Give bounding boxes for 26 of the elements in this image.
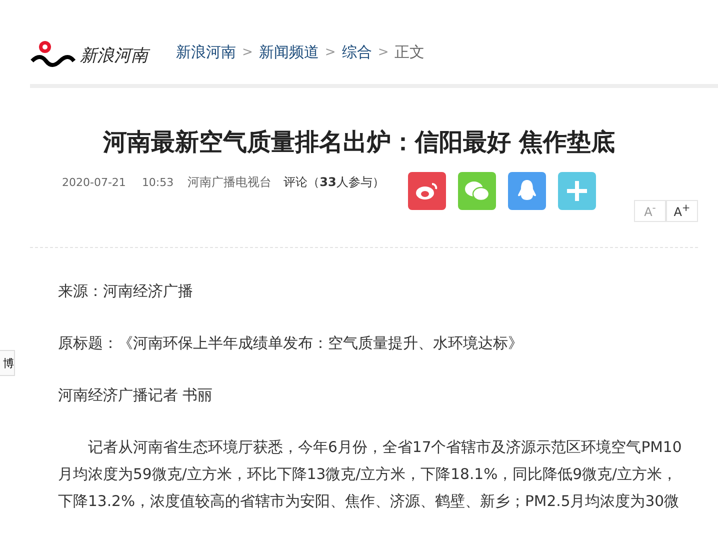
chevron-icon: > [378, 44, 389, 60]
comments-link[interactable]: 评论（33人参与） [284, 174, 384, 191]
font-size-button[interactable]: A$^{+}$ [666, 200, 698, 222]
side-tab[interactable]: 博 [0, 350, 15, 376]
breadcrumb-link[interactable]: 综合 [342, 42, 372, 62]
breadcrumb-link[interactable]: 新浪河南 [176, 42, 236, 62]
article-source: 河南广播电视台 [188, 174, 272, 191]
share-button[interactable] [508, 172, 546, 210]
breadcrumb-current: 正文 [394, 42, 425, 62]
paragraph: 记者从河南省生态环境厅获悉，今年6月份，全省17个省辖市及济源示范区环境空气PM10 月均浓度为59微克/立方米，环比下降13微克/立方米，下降18.1%，同比降低9微克/立方米， 下降13.2%，浓度值较高的省辖市为安阳、焦作、济源、鹤壁、新乡；PM2.5月均浓度为30微 [58, 438, 683, 512]
site-name: 新浪河南 [80, 44, 148, 67]
penguin-icon [517, 179, 538, 203]
paragraph: 原标题：《河南环保上半年成绩单发布：空气质量提升、水环境达标》 [58, 334, 524, 354]
plus-icon [566, 180, 588, 202]
share-button[interactable] [458, 172, 496, 210]
breadcrumb-link[interactable]: 新闻频道 [258, 42, 319, 62]
share-button[interactable] [558, 172, 596, 210]
publish-date: 2020-07-21 [62, 176, 126, 189]
paragraph: 河南经济广播记者 书丽 [58, 386, 214, 406]
publish-time: 10:53 [142, 176, 174, 189]
chat-bubbles-icon [464, 180, 490, 202]
paragraph: 来源：河南经济广播 [58, 282, 194, 302]
chevron-icon: > [242, 44, 253, 60]
chevron-icon: > [324, 44, 336, 60]
share-button[interactable] [408, 172, 446, 210]
article-title: 河南最新空气质量排名出炉：信阳最好 焦作垫底 [102, 127, 616, 158]
